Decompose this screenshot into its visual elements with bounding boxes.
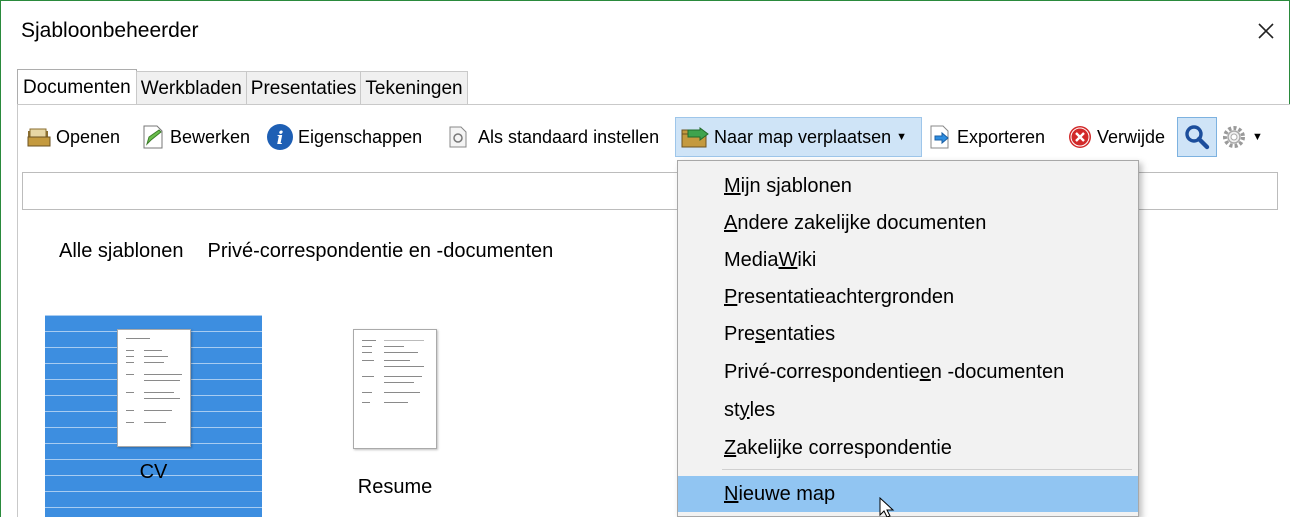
menu-item-folder[interactable]: Pre s entaties <box>678 316 1138 352</box>
menu-item-folder[interactable]: Mijn sjablonen <box>678 168 1138 204</box>
tab-documents[interactable]: Documenten <box>17 69 137 105</box>
template-thumbnail <box>117 329 191 447</box>
search-icon <box>1185 125 1210 150</box>
window-title: Sjabloonbeheerder <box>21 19 199 42</box>
settings-button[interactable]: ▼ <box>1221 117 1263 157</box>
delete-icon <box>1069 126 1091 148</box>
properties-button[interactable]: i Eigenschappen <box>266 117 422 157</box>
move-to-folder-icon <box>681 127 709 148</box>
menu-item-folder[interactable]: Zakelijke correspondentie <box>678 430 1138 466</box>
menu-item-folder[interactable]: Presentatieachtergronden <box>678 279 1138 315</box>
export-icon <box>930 125 949 149</box>
gear-icon <box>1223 126 1245 148</box>
category-tabs: Documenten Werkbladen Presentaties Teken… <box>17 69 468 105</box>
svg-text:i: i <box>277 128 284 149</box>
search-toggle-button[interactable] <box>1177 117 1217 157</box>
edit-document-icon <box>143 125 163 149</box>
set-default-label: Als standaard instellen <box>478 126 660 147</box>
edit-label: Bewerken <box>170 126 251 147</box>
tab-spreadsheets[interactable]: Werkbladen <box>135 71 247 105</box>
menu-item-folder[interactable]: st y les <box>678 392 1138 428</box>
open-folder-icon <box>27 128 51 147</box>
template-thumbnail <box>353 329 437 449</box>
template-label: CV <box>139 461 168 483</box>
close-icon <box>1258 23 1274 39</box>
breadcrumb-all-templates[interactable]: Alle sjablonen <box>59 240 184 263</box>
move-to-folder-label: Naar map verplaatsen <box>714 126 892 147</box>
edit-button[interactable]: Bewerken <box>140 117 250 157</box>
menu-item-folder[interactable]: Privé-correspondentie en -documenten <box>678 354 1138 390</box>
title-bar: Sjabloonbeheerder <box>1 1 1289 61</box>
delete-label: Verwijde <box>1097 126 1166 147</box>
chevron-down-icon: ▼ <box>896 131 907 143</box>
chevron-down-icon: ▼ <box>1252 131 1263 143</box>
delete-button[interactable]: Verwijde <box>1067 117 1165 157</box>
menu-separator <box>722 469 1132 470</box>
template-item-resume[interactable]: Resume <box>300 315 490 517</box>
open-label: Openen <box>56 126 121 147</box>
menu-item-new-folder[interactable]: Nieuwe map <box>678 476 1138 512</box>
mouse-cursor-icon <box>879 497 895 517</box>
set-default-icon <box>449 126 467 148</box>
export-label: Exporteren <box>957 126 1046 147</box>
toolbar: Openen Bewerken i Eigenschappen Als stan… <box>22 117 1284 157</box>
properties-label: Eigenschappen <box>298 126 423 147</box>
open-button[interactable]: Openen <box>26 117 120 157</box>
move-to-folder-menu: Mijn sjablonen Andere zakelijke document… <box>677 160 1139 517</box>
move-to-folder-button[interactable]: Naar map verplaatsen ▼ <box>675 117 922 157</box>
tab-presentations[interactable]: Presentaties <box>245 71 362 105</box>
tab-drawings[interactable]: Tekeningen <box>360 71 468 105</box>
menu-item-folder[interactable]: Andere zakelijke documenten <box>678 205 1138 241</box>
close-button[interactable] <box>1246 11 1286 51</box>
export-button[interactable]: Exporteren <box>927 117 1045 157</box>
breadcrumb-current-folder[interactable]: Privé-correspondentie en -documenten <box>208 240 554 263</box>
template-label: Resume <box>357 476 433 498</box>
set-default-button[interactable]: Als standaard instellen <box>446 117 659 157</box>
info-icon: i <box>267 124 293 150</box>
template-item-cv[interactable]: CV <box>45 315 262 517</box>
menu-item-folder[interactable]: Media Wiki <box>678 242 1138 278</box>
breadcrumb: Alle sjablonen Privé-correspondentie en … <box>59 240 553 263</box>
